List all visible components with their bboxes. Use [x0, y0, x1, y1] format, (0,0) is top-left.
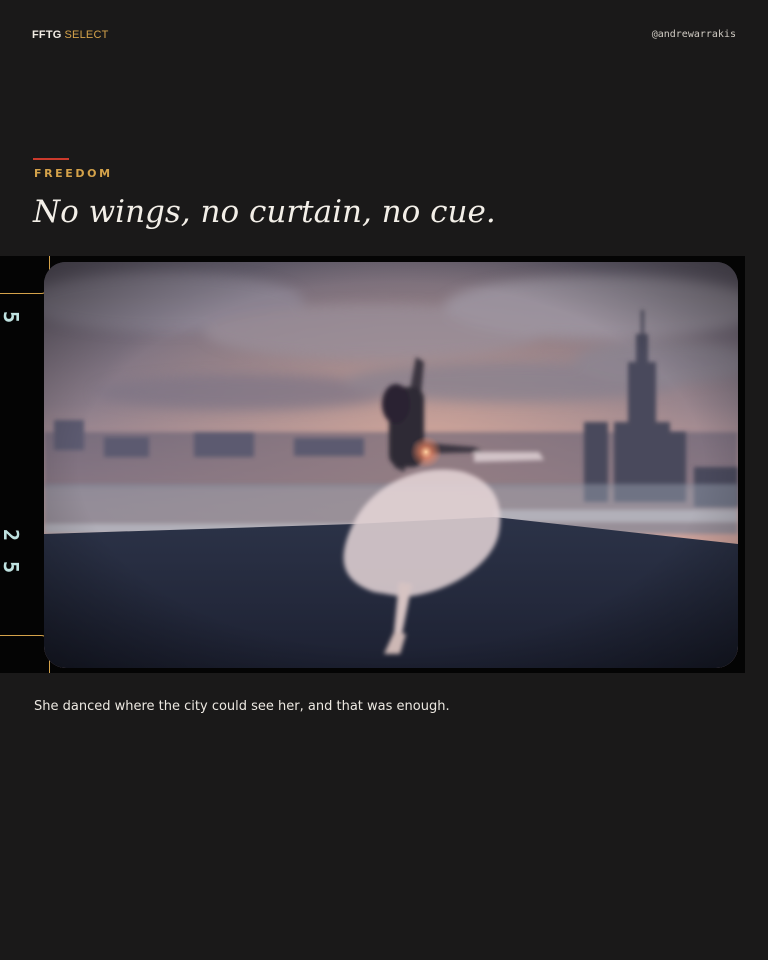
kicker-label: FREEDOM	[34, 167, 113, 180]
brand-logo[interactable]: FFTG SELECT	[32, 26, 109, 44]
author-handle[interactable]: @andrewarrakis	[652, 26, 736, 44]
header: FFTG SELECT @andrewarrakis	[32, 26, 736, 44]
dancer-rooftop-photo[interactable]	[44, 262, 738, 668]
film-frame-number: 5	[0, 560, 23, 574]
photo-caption: She danced where the city could see her,…	[34, 699, 450, 714]
kicker-rule	[33, 158, 69, 160]
film-frame-number: 2	[0, 528, 23, 542]
brand-name: FFTG	[32, 29, 62, 41]
film-notch-top	[0, 256, 50, 294]
brand-tag: SELECT	[64, 29, 109, 41]
photo-illustration	[44, 262, 738, 668]
film-notch-bottom	[0, 635, 50, 673]
film-frame-number: 5	[0, 310, 23, 324]
headline: No wings, no curtain, no cue.	[33, 194, 496, 230]
